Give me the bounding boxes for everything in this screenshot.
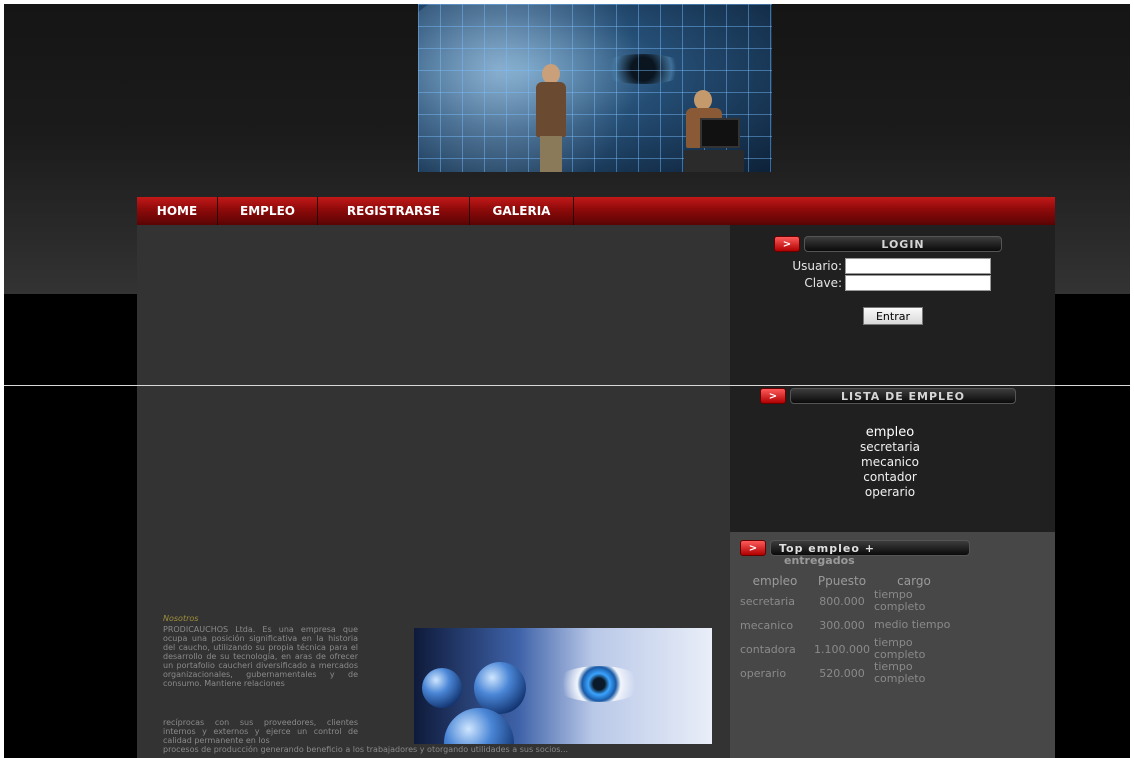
job-link-secretaria[interactable]: secretaria bbox=[790, 440, 990, 455]
nav-galeria[interactable]: GALERIA bbox=[470, 197, 574, 225]
cell-cargo: tiempo completo bbox=[874, 588, 926, 613]
cell-empleo: operario bbox=[740, 666, 787, 680]
top-jobs-header: > Top empleo + bbox=[740, 539, 970, 557]
main-container: HOME EMPLEO REGISTRARSE GALERIA Nosotros… bbox=[137, 197, 1055, 758]
username-input[interactable] bbox=[845, 258, 991, 274]
banner-person-standing bbox=[530, 64, 570, 172]
nav-empleo[interactable]: EMPLEO bbox=[218, 197, 318, 225]
cell-empleo: contadora bbox=[740, 642, 796, 656]
login-header: > LOGIN bbox=[774, 235, 1002, 253]
table-header-row: empleo Ppuesto cargo bbox=[740, 573, 980, 589]
job-list-heading: empleo bbox=[865, 425, 915, 440]
arrow-right-icon: > bbox=[774, 236, 800, 252]
cell-puesto: 300.000 bbox=[819, 618, 865, 632]
eye-icon bbox=[554, 666, 644, 702]
banner-person-camera bbox=[674, 90, 754, 172]
arrow-right-icon: > bbox=[740, 540, 766, 556]
eye-globes-image bbox=[414, 628, 712, 744]
password-label: Clave: bbox=[804, 276, 842, 290]
table-row: contadora 1.100.000 tiempo completo bbox=[740, 637, 980, 661]
nav-bar: HOME EMPLEO REGISTRARSE GALERIA bbox=[137, 197, 1055, 225]
cell-cargo: medio tiempo bbox=[874, 618, 951, 631]
column-header-empleo: empleo bbox=[752, 574, 798, 588]
job-list-header: > LISTA DE EMPLEO bbox=[760, 387, 1016, 405]
sidebar: > LOGIN Usuario: Clave: Entrar > LISTA D… bbox=[730, 225, 1055, 758]
cell-puesto: 1.100.000 bbox=[814, 642, 870, 656]
table-row: operario 520.000 tiempo completo bbox=[740, 661, 980, 685]
column-header-puesto: Ppuesto bbox=[817, 574, 867, 588]
page-frame: HOME EMPLEO REGISTRARSE GALERIA Nosotros… bbox=[4, 4, 1130, 758]
login-submit-button[interactable]: Entrar bbox=[863, 307, 923, 325]
top-jobs-table: empleo Ppuesto cargo secretaria 800.000 … bbox=[740, 573, 980, 685]
about-title: Nosotros bbox=[163, 614, 199, 623]
job-link-mecanico[interactable]: mecanico bbox=[790, 455, 990, 470]
header-banner-image bbox=[418, 4, 772, 172]
job-link-contador[interactable]: contador bbox=[790, 470, 990, 485]
cell-empleo: mecanico bbox=[740, 618, 794, 632]
table-row: mecanico 300.000 medio tiempo bbox=[740, 613, 980, 637]
nav-registrarse[interactable]: REGISTRARSE bbox=[318, 197, 470, 225]
cell-puesto: 520.000 bbox=[819, 666, 865, 680]
password-input[interactable] bbox=[845, 275, 991, 291]
table-row: secretaria 800.000 tiempo completo bbox=[740, 589, 980, 613]
job-list-title: LISTA DE EMPLEO bbox=[790, 388, 1016, 404]
about-paragraph: PRODICAUCHOS Ltda. Es una empresa que oc… bbox=[163, 625, 358, 688]
cell-empleo: secretaria bbox=[740, 594, 795, 608]
arrow-right-icon: > bbox=[760, 388, 786, 404]
cell-cargo: tiempo completo bbox=[874, 636, 926, 661]
nav-home[interactable]: HOME bbox=[137, 197, 218, 225]
about-paragraph-3: procesos de producción generando benefic… bbox=[163, 745, 569, 754]
job-list: empleo secretaria mecanico contador oper… bbox=[790, 425, 990, 500]
job-link-operario[interactable]: operario bbox=[790, 485, 990, 500]
top-jobs-subtitle: entregados bbox=[784, 554, 855, 567]
main-content: Nosotros PRODICAUCHOS Ltda. Es una empre… bbox=[137, 225, 730, 758]
login-title: LOGIN bbox=[804, 236, 1002, 252]
cell-cargo: tiempo completo bbox=[874, 660, 926, 685]
horizontal-rule bbox=[4, 385, 1130, 386]
cell-puesto: 800.000 bbox=[819, 594, 865, 608]
column-header-cargo: cargo bbox=[897, 574, 931, 588]
username-label: Usuario: bbox=[792, 259, 842, 273]
about-paragraph-2: recíprocas con sus proveedores, clientes… bbox=[163, 718, 358, 745]
